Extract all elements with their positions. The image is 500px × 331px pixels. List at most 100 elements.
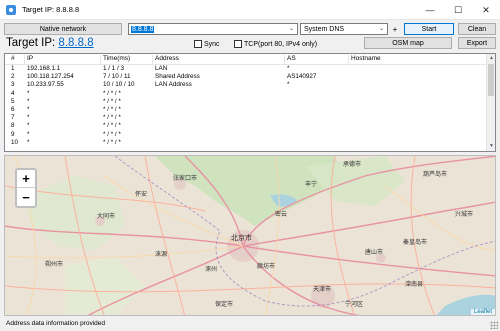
table-row[interactable]: 4 * * / * / * (5, 90, 487, 98)
window-controls: — ☐ ✕ (416, 0, 500, 20)
leaflet-attribution-link[interactable]: Leaflet (470, 309, 495, 315)
zoom-in-button[interactable]: + (17, 170, 35, 188)
svg-text:北京市: 北京市 (231, 233, 252, 242)
table-cell: 10 (11, 138, 19, 146)
table-cell: LAN Address (155, 81, 192, 89)
column-header[interactable]: AS (285, 55, 349, 64)
table-cell: * (27, 114, 30, 122)
table-cell: * / * / * (103, 138, 121, 146)
zoom-out-button[interactable]: − (17, 188, 35, 206)
table-cell: 6 (11, 105, 15, 113)
table-cell: 1 / 1 / 3 (103, 65, 125, 72)
table-cell: * (27, 122, 30, 130)
column-header[interactable]: # (9, 55, 25, 64)
table-cell: 1 (11, 65, 15, 72)
osm-map-button[interactable]: OSM map (364, 37, 452, 49)
table-cell: * (27, 138, 30, 146)
target-heading: Target IP: 8.8.8.8 (6, 37, 94, 49)
table-cell: 2 (11, 73, 15, 81)
table-cell: * / * / * (103, 114, 121, 122)
table-cell: * (287, 81, 290, 89)
clean-button[interactable]: Clean (458, 23, 496, 35)
trace-table: # IP Time(ms) Address AS Hostname 1 192.1… (4, 53, 496, 152)
dns-select-value: System DNS (304, 25, 345, 33)
table-cell: Shared Address (155, 73, 200, 81)
add-button[interactable]: + (389, 23, 401, 35)
target-row: Target IP: 8.8.8.8 Sync TCP(port 80, IPv… (4, 36, 496, 52)
target-label: Target IP: (6, 37, 56, 49)
start-button[interactable]: Start (404, 23, 454, 35)
svg-text:涞源: 涞源 (155, 250, 167, 258)
svg-text:丰宁: 丰宁 (305, 180, 317, 188)
close-button[interactable]: ✕ (472, 0, 500, 20)
svg-text:唐山市: 唐山市 (365, 248, 383, 256)
svg-text:大同市: 大同市 (97, 212, 115, 220)
sync-label: Sync (204, 40, 220, 48)
column-header[interactable]: Hostname (349, 55, 487, 64)
sync-checkbox[interactable]: Sync (194, 40, 220, 48)
svg-text:廊坊市: 廊坊市 (257, 262, 275, 270)
native-network-button[interactable]: Native network (4, 23, 122, 35)
svg-text:承德市: 承德市 (343, 160, 361, 168)
table-cell: LAN (155, 65, 168, 72)
map-tiles: 北京市 张家口市 承德市 葫芦岛市 大同市 天津市 唐山市 秦皇岛市 廊坊市 保… (5, 156, 495, 315)
table-row[interactable]: 8 * * / * / * (5, 122, 487, 130)
scroll-thumb[interactable] (488, 64, 494, 96)
table-cell: 7 / 10 / 11 (103, 73, 131, 81)
svg-text:涿州: 涿州 (205, 265, 217, 273)
table-cell: AS140927 (287, 73, 317, 81)
vertical-scrollbar[interactable]: ▲ ▼ (486, 54, 495, 151)
minimize-button[interactable]: — (416, 0, 444, 20)
table-cell: 192.168.1.1 (27, 65, 61, 72)
table-cell: * / * / * (103, 97, 121, 105)
table-row[interactable]: 10 * * / * / * (5, 139, 487, 147)
checkbox-icon (234, 40, 242, 48)
column-header[interactable]: IP (25, 55, 101, 64)
table-cell: 4 (11, 89, 15, 97)
table-cell: * (27, 97, 30, 105)
scroll-up-icon[interactable]: ▲ (488, 55, 495, 62)
table-row[interactable]: 1 192.168.1.1 1 / 1 / 3 LAN * (5, 65, 487, 73)
maximize-button[interactable]: ☐ (444, 0, 472, 20)
target-input[interactable]: 8.8.8.8 ⌄ (128, 23, 298, 35)
table-row[interactable]: 3 10.233.97.55 10 / 10 / 10 LAN Address * (5, 81, 487, 89)
status-bar: Address data information provided (0, 316, 500, 331)
table-cell: * (287, 65, 290, 72)
table-row[interactable]: 7 * * / * / * (5, 114, 487, 122)
zoom-control: + − (15, 168, 37, 208)
table-cell: 9 (11, 130, 15, 138)
table-cell: 10 / 10 / 10 (103, 81, 135, 89)
status-text: Address data information provided (6, 320, 106, 327)
checkbox-icon (194, 40, 202, 48)
target-input-value: 8.8.8.8 (131, 25, 155, 33)
table-cell: * (27, 130, 30, 138)
toolbar: Native network 8.8.8.8 ⌄ System DNS ⌄ + … (4, 22, 496, 36)
svg-text:朔州市: 朔州市 (45, 260, 63, 268)
svg-text:密云: 密云 (275, 210, 287, 218)
table-cell: * / * / * (103, 122, 121, 130)
table-header: # IP Time(ms) Address AS Hostname (5, 54, 487, 65)
table-cell: 3 (11, 81, 15, 89)
table-row[interactable]: 9 * * / * / * (5, 131, 487, 139)
resize-grip-icon[interactable] (490, 321, 498, 329)
svg-text:保定市: 保定市 (215, 300, 233, 308)
column-header[interactable]: Time(ms) (101, 55, 153, 64)
svg-text:天津市: 天津市 (313, 285, 331, 293)
export-button[interactable]: Export (458, 37, 496, 49)
osm-map[interactable]: 北京市 张家口市 承德市 葫芦岛市 大同市 天津市 唐山市 秦皇岛市 廊坊市 保… (4, 155, 496, 316)
dns-select[interactable]: System DNS ⌄ (300, 23, 388, 35)
tcp-checkbox[interactable]: TCP(port 80, IPv4 only) (234, 40, 317, 48)
window-title: Target IP: 8.8.8.8 (22, 5, 80, 14)
table-row[interactable]: 5 * * / * / * (5, 98, 487, 106)
column-header[interactable]: Address (153, 55, 285, 64)
table-cell: 10.233.97.55 (27, 81, 64, 89)
scroll-down-icon[interactable]: ▼ (488, 143, 495, 150)
svg-text:秦皇岛市: 秦皇岛市 (403, 238, 427, 246)
svg-text:张家口市: 张家口市 (173, 174, 197, 182)
table-row[interactable]: 2 100.118.127.254 7 / 10 / 11 Shared Addres… (5, 73, 487, 81)
table-cell: 7 (11, 114, 15, 122)
app-icon (6, 4, 16, 15)
target-ip-link[interactable]: 8.8.8.8 (58, 37, 93, 49)
table-cell: * (27, 89, 30, 97)
table-row[interactable]: 6 * * / * / * (5, 106, 487, 114)
